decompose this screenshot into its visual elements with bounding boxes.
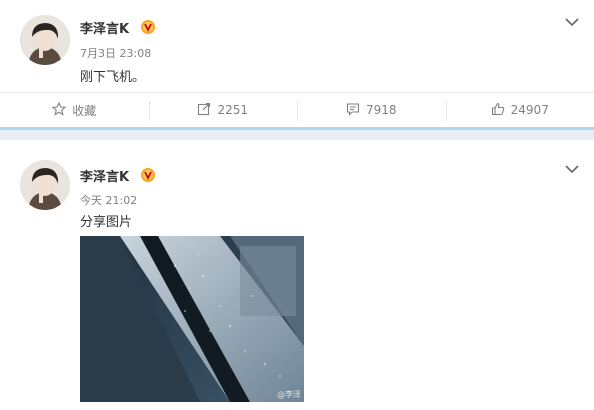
vip-badge-icon (140, 19, 156, 35)
feed-post: 李泽言K 今天 21:02 分享图片 @李泽 (0, 140, 594, 410)
favorite-button[interactable]: 收藏 (0, 93, 149, 127)
comment-button[interactable]: 7918 (297, 93, 446, 127)
feed-post: 李泽言K 7月3日 23:08 刚下飞机。 收藏 2251 7918 24907 (0, 0, 594, 127)
thumbs-up-icon (491, 102, 511, 119)
post-time[interactable]: 今天 21:02 (80, 192, 137, 208)
repost-button[interactable]: 2251 (148, 93, 298, 127)
comment-icon (346, 102, 366, 119)
feed-divider (0, 127, 594, 140)
chevron-down-icon[interactable] (564, 160, 580, 174)
username[interactable]: 李泽言K (80, 18, 129, 37)
star-icon (51, 101, 72, 119)
image-watermark: @李泽 (277, 390, 301, 399)
chevron-down-icon[interactable] (564, 13, 580, 27)
post-text: 分享图片 (80, 215, 133, 230)
post-text: 刚下飞机。 (80, 70, 146, 85)
username[interactable]: 李泽言K (80, 166, 129, 185)
vip-badge-icon (140, 167, 156, 183)
avatar[interactable] (20, 160, 70, 210)
like-button[interactable]: 24907 (445, 93, 594, 127)
action-bar: 收藏 2251 7918 24907 (0, 92, 594, 127)
favorite-label: 收藏 (72, 103, 97, 118)
post-time[interactable]: 7月3日 23:08 (80, 45, 151, 61)
avatar[interactable] (20, 15, 70, 65)
repost-count: 2251 (217, 103, 249, 117)
comment-count: 7918 (365, 103, 397, 117)
repost-icon (197, 102, 217, 119)
post-image[interactable]: @李泽 (80, 236, 304, 402)
like-count: 24907 (510, 103, 549, 117)
